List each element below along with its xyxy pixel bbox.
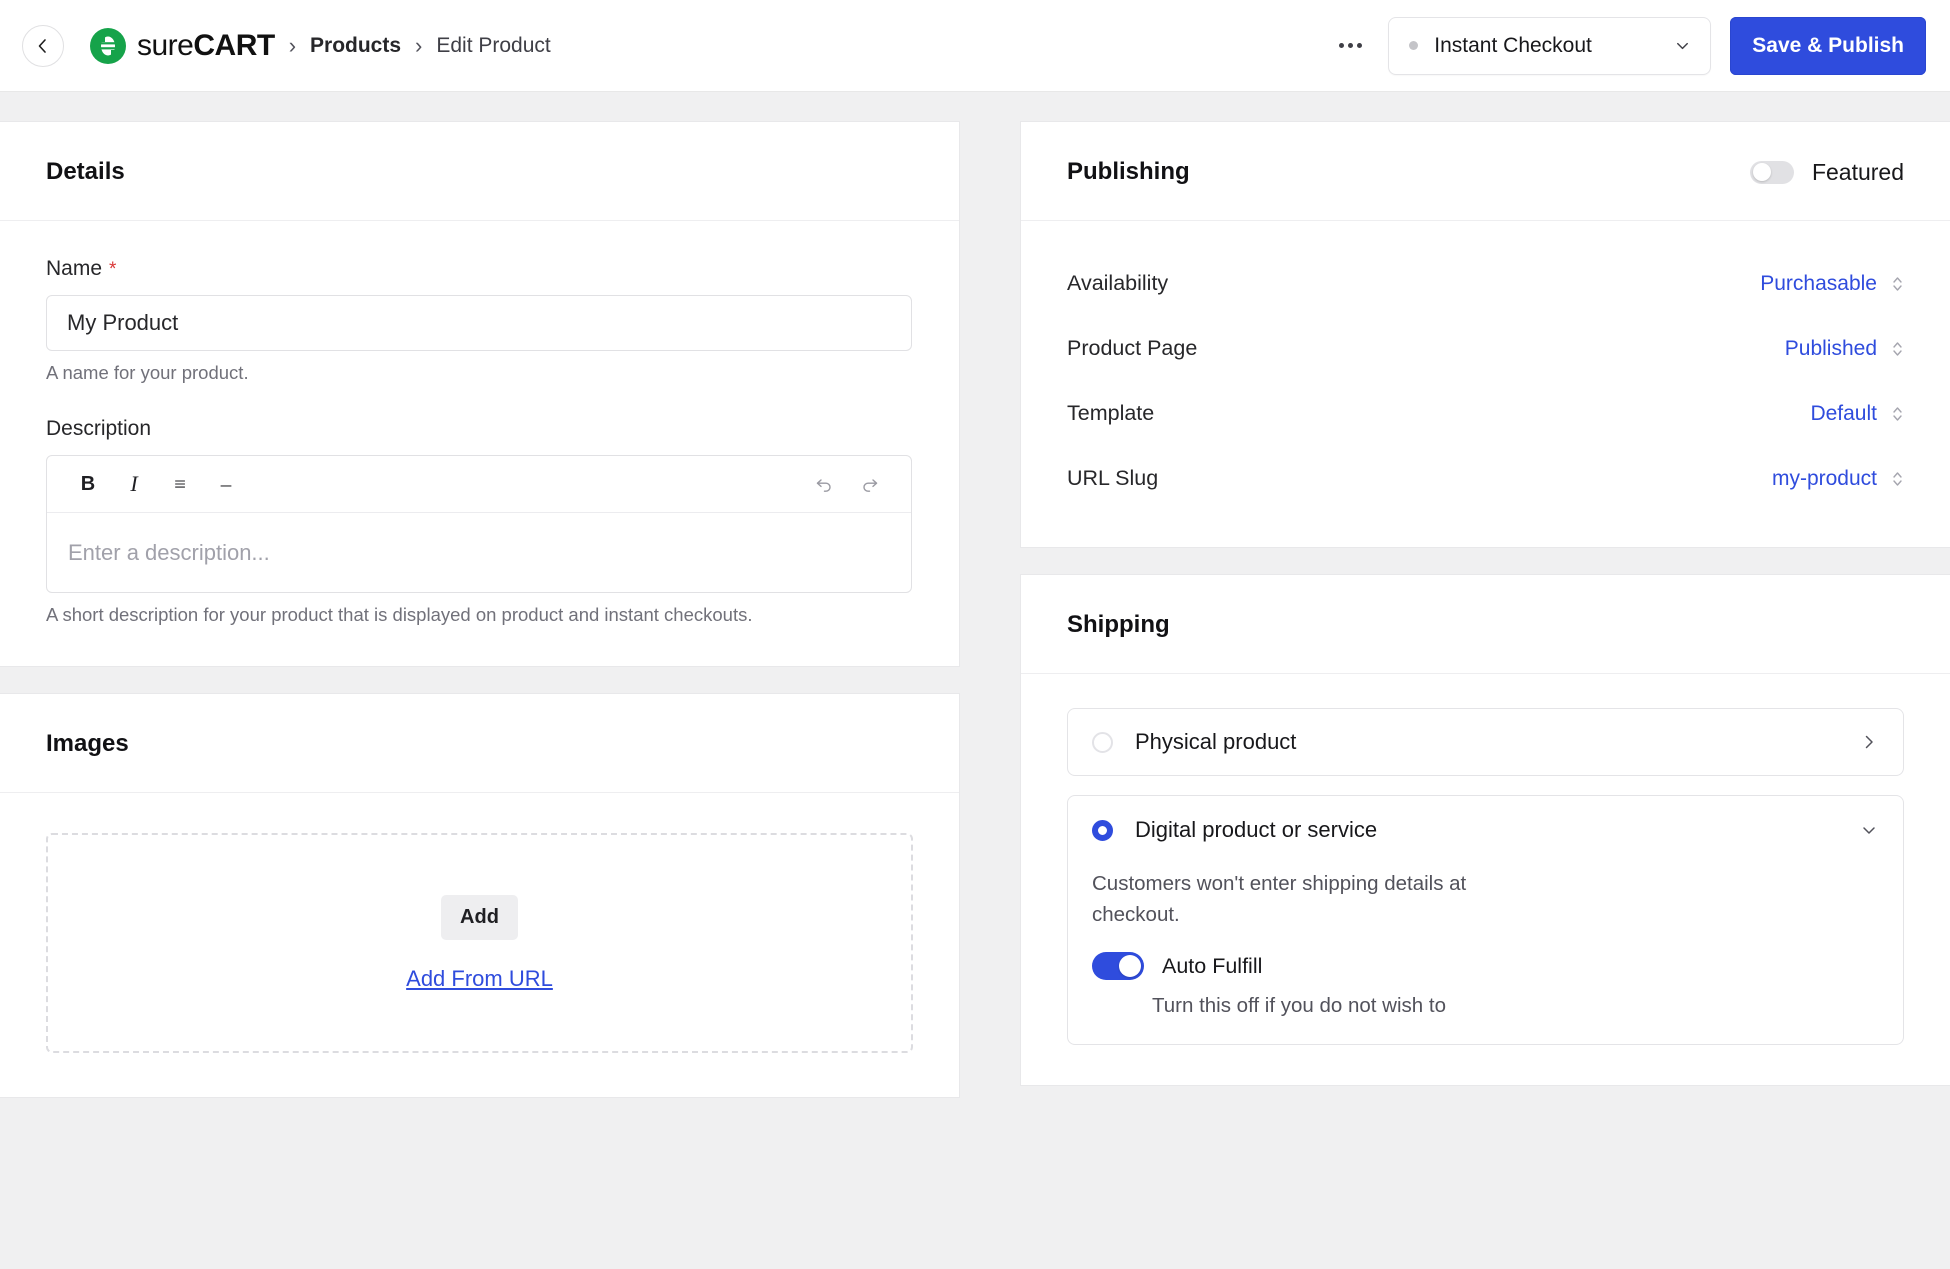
shipping-option-label: Digital product or service (1135, 817, 1378, 842)
shipping-option-digital[interactable]: Digital product or service Customers won… (1067, 795, 1904, 1046)
shipping-option-physical[interactable]: Physical product (1067, 708, 1904, 776)
instant-checkout-value: Instant Checkout (1434, 33, 1592, 57)
publishing-card: Publishing Featured Availability Purchas… (1020, 121, 1950, 548)
chevron-down-icon (1647, 36, 1692, 55)
back-button[interactable] (22, 24, 64, 67)
chevron-right-icon[interactable] (1859, 732, 1879, 752)
brand-wordmark-suffix: CART (193, 28, 275, 62)
publishing-value: Published (1784, 336, 1877, 360)
publishing-key: Availability (1067, 271, 1169, 295)
publishing-card-body: Availability Purchasable Product Page Pu… (1021, 221, 1950, 547)
sidebar-column: Publishing Featured Availability Purchas… (1020, 121, 1950, 1087)
name-label-text: Name (46, 257, 103, 280)
name-help-text: A name for your product. (46, 362, 249, 383)
featured-toggle[interactable] (1749, 160, 1794, 184)
add-image-button[interactable]: Add (441, 894, 518, 940)
save-and-publish-button[interactable]: Save & Publish (1730, 16, 1926, 75)
description-placeholder: Enter a description... (68, 539, 270, 565)
page-content: Details Name * A name for your product. … (0, 92, 1950, 1269)
app-header: sureCART › Products › Edit Product Insta… (0, 0, 1950, 92)
bold-icon[interactable]: B (65, 463, 111, 505)
add-from-url-link[interactable]: Add From URL (406, 966, 553, 992)
redo-icon[interactable] (847, 463, 893, 505)
breadcrumb-separator-1: › (288, 32, 297, 58)
featured-toggle-wrap[interactable]: Featured (1749, 158, 1904, 186)
horizontal-rule-icon[interactable]: – (203, 463, 249, 505)
radio-selected-icon[interactable] (1092, 819, 1113, 841)
image-dropzone[interactable]: Add Add From URL (46, 833, 913, 1053)
details-title: Details (46, 158, 125, 185)
publishing-value: Purchasable (1760, 271, 1877, 295)
shipping-card-body: Physical product Digital product or serv… (1021, 674, 1950, 1085)
shipping-option-label: Physical product (1135, 729, 1297, 754)
publishing-value-wrap[interactable]: Default (1810, 402, 1904, 426)
instant-checkout-select[interactable]: Instant Checkout (1388, 16, 1712, 75)
publishing-key: URL Slug (1067, 466, 1159, 490)
breadcrumb-item-edit-product: Edit Product (436, 33, 551, 57)
chevron-down-icon[interactable] (1859, 820, 1879, 840)
details-card-header: Details (0, 122, 959, 221)
publishing-key: Template (1067, 401, 1155, 425)
description-textarea[interactable]: Enter a description... (47, 513, 911, 592)
toggle-knob (1752, 163, 1771, 181)
publishing-value-wrap[interactable]: Published (1785, 337, 1904, 361)
stepper-updown-icon[interactable] (1891, 274, 1904, 294)
publishing-value-wrap[interactable]: my-product (1772, 467, 1904, 491)
publishing-row-template[interactable]: Template Default (1067, 381, 1904, 446)
publishing-value: my-product (1771, 466, 1877, 490)
brand-wordmark-prefix: sure (137, 28, 194, 62)
images-card: Images Add Add From URL (0, 693, 960, 1098)
auto-fulfill-label: Auto Fulfill (1162, 953, 1263, 978)
auto-fulfill-row[interactable]: Auto Fulfill (1092, 952, 1879, 981)
description-field-label: Description (46, 417, 913, 441)
toggle-knob (1119, 955, 1141, 978)
description-label-text: Description (46, 417, 152, 440)
radio-unselected-icon[interactable] (1092, 731, 1113, 753)
stepper-updown-icon[interactable] (1891, 339, 1904, 359)
images-title: Images (46, 730, 129, 757)
publishing-row-url-slug[interactable]: URL Slug my-product (1067, 446, 1904, 511)
shipping-option-digital-header[interactable]: Digital product or service (1092, 796, 1879, 864)
main-column: Details Name * A name for your product. … (0, 121, 960, 1098)
details-card-body: Name * A name for your product. Descript… (0, 221, 959, 666)
digital-product-description: Customers won't enter shipping details a… (1092, 872, 1467, 927)
description-editor: B I ≡ – Enter a description... (46, 455, 912, 593)
italic-icon[interactable]: I (111, 463, 157, 505)
stepper-updown-icon[interactable] (1891, 404, 1904, 424)
auto-fulfill-toggle[interactable] (1092, 952, 1144, 981)
publishing-row-availability[interactable]: Availability Purchasable (1067, 251, 1904, 316)
shipping-card-header: Shipping (1021, 575, 1950, 674)
details-card: Details Name * A name for your product. … (0, 121, 960, 667)
publishing-key: Product Page (1067, 336, 1198, 360)
publishing-value: Default (1810, 401, 1877, 425)
shipping-title: Shipping (1067, 611, 1170, 638)
breadcrumb-item-products[interactable]: Products (310, 34, 401, 58)
shipping-card: Shipping Physical product Digital produc… (1020, 574, 1950, 1087)
name-field-label: Name * (46, 257, 913, 281)
editor-history-actions (801, 463, 893, 505)
featured-label: Featured (1811, 158, 1904, 185)
status-dot-icon (1409, 41, 1419, 50)
brand-logo[interactable]: sureCART (90, 27, 275, 64)
images-card-header: Images (0, 694, 959, 793)
editor-toolbar: B I ≡ – (47, 456, 911, 513)
bullet-list-icon[interactable]: ≡ (157, 463, 203, 505)
header-actions: Instant Checkout Save & Publish (1323, 16, 1926, 75)
publishing-card-header: Publishing Featured (1021, 122, 1950, 221)
arrow-left-icon (33, 36, 53, 56)
required-asterisk: * (109, 259, 117, 280)
publishing-row-product-page[interactable]: Product Page Published (1067, 316, 1904, 381)
publishing-title: Publishing (1067, 158, 1190, 185)
undo-icon[interactable] (801, 463, 847, 505)
images-card-body: Add Add From URL (0, 793, 959, 1097)
breadcrumb-separator-2: › (415, 32, 423, 58)
description-help-text: A short description for your product tha… (46, 604, 753, 625)
stepper-updown-icon[interactable] (1891, 469, 1904, 489)
surecart-logo-icon (90, 27, 126, 64)
more-options-icon[interactable] (1323, 31, 1378, 60)
brand-wordmark: sureCART (137, 29, 275, 63)
product-name-input[interactable] (46, 295, 912, 351)
publishing-value-wrap[interactable]: Purchasable (1760, 272, 1904, 296)
auto-fulfill-note: Turn this off if you do not wish to (1152, 994, 1446, 1018)
